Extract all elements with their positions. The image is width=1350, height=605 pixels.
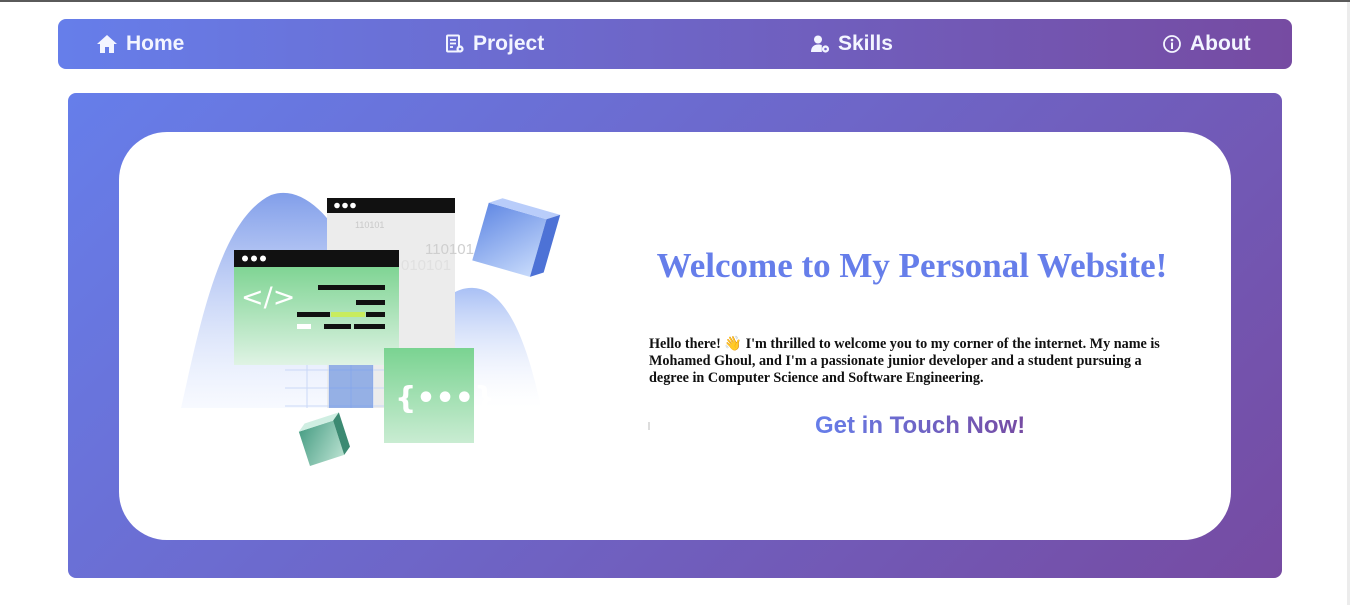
nav-skills-label: Skills — [838, 32, 893, 55]
nav-about-label: About — [1190, 32, 1251, 55]
get-in-touch-button[interactable]: Get in Touch Now! — [815, 412, 1025, 440]
info-icon — [1162, 34, 1182, 54]
intro-paragraph: Hello there! 👋 I'm thrilled to welcome y… — [649, 336, 1160, 386]
user-gear-icon — [810, 34, 830, 54]
nav-skills-link[interactable]: Skills — [810, 19, 893, 69]
blue-cube — [472, 198, 561, 277]
cta-marker — [648, 422, 650, 430]
hero-card: 110101 110101 010101 </> {•••} Welcome t… — [119, 132, 1231, 540]
nav-project-label: Project — [473, 32, 545, 55]
code-glyph: </> — [241, 282, 295, 313]
navbar: Home Project Skills About — [58, 19, 1292, 69]
nav-about-link[interactable]: About — [1162, 19, 1251, 69]
hero-section: 110101 110101 010101 </> {•••} Welcome t… — [68, 93, 1282, 578]
teal-cube — [298, 412, 350, 466]
home-icon — [96, 34, 118, 54]
binary-line-1: 110101 — [425, 241, 474, 258]
window-top-border — [0, 0, 1350, 2]
developer-illustration: 110101 110101 010101 </> {•••} — [181, 192, 561, 466]
api-glyph: {•••} — [395, 381, 495, 416]
nav-project-link[interactable]: Project — [445, 19, 544, 69]
binary-line-2: 010101 — [401, 257, 451, 274]
nav-home-label: Home — [126, 32, 185, 55]
project-icon — [445, 34, 465, 54]
nav-home-link[interactable]: Home — [96, 19, 184, 69]
page-title: Welcome to My Personal Website! — [656, 246, 1168, 285]
binary-small-text: 110101 — [355, 220, 384, 230]
